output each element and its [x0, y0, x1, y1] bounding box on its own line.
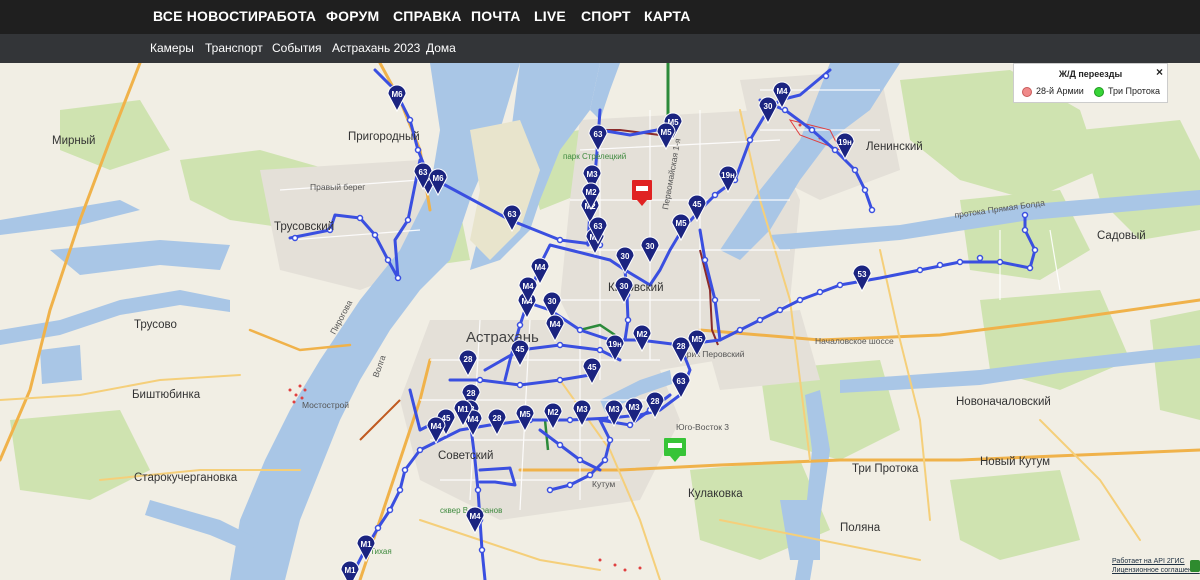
- route-number: 45: [693, 200, 702, 209]
- place-label: Садовый: [1097, 230, 1146, 242]
- place-label: Новоначаловский: [956, 396, 1051, 408]
- legend-dot-red: [1022, 87, 1032, 97]
- route-number: М5: [519, 410, 531, 419]
- place-label: Правый берег: [310, 182, 365, 192]
- transport-map[interactable]: Мирный Пригородный Правый берег Трусовск…: [0, 63, 1200, 580]
- route-number: 28: [677, 342, 686, 351]
- close-icon[interactable]: ×: [1156, 65, 1163, 79]
- place-label: Астрахань: [466, 329, 539, 346]
- route-number: 63: [594, 222, 603, 231]
- place-label: Ленинский: [866, 141, 923, 153]
- place-label: Кутум: [592, 479, 615, 489]
- route-number: М2: [585, 188, 597, 197]
- nav-all-news[interactable]: ВСЕ НОВОСТИ: [153, 0, 258, 34]
- legend-title: Ж/Д переезды: [1058, 69, 1123, 79]
- route-number: 53: [858, 270, 867, 279]
- nav-live[interactable]: LIVE: [534, 0, 566, 34]
- subnav-cameras[interactable]: Камеры: [150, 34, 194, 63]
- top-navigation-bar: ВСЕ НОВОСТИ РАБОТА ФОРУМ СПРАВКА ПОЧТА L…: [0, 0, 1200, 34]
- route-number: 19н: [838, 138, 852, 147]
- route-number: 19н: [608, 340, 622, 349]
- route-number: 30: [548, 297, 557, 306]
- route-number: 28: [493, 414, 502, 423]
- route-number: М4: [469, 512, 481, 521]
- route-number: М6: [391, 90, 403, 99]
- legend-dot-green: [1094, 87, 1104, 97]
- route-number: М2: [636, 330, 648, 339]
- place-label: Трусовский: [274, 221, 334, 233]
- place-label: Юго-Восток 3: [676, 422, 729, 432]
- route-number: 30: [620, 282, 629, 291]
- nav-forum[interactable]: ФОРУМ: [326, 0, 379, 34]
- nav-mail[interactable]: ПОЧТА: [471, 0, 521, 34]
- route-number: М5: [675, 219, 687, 228]
- sub-navigation-bar: Камеры Транспорт События Астрахань 2023 …: [0, 34, 1200, 63]
- place-label: ерик Перовский: [682, 349, 745, 359]
- place-label: Пригородный: [348, 131, 420, 143]
- nav-help[interactable]: СПРАВКА: [393, 0, 462, 34]
- subnav-houses[interactable]: Дома: [426, 34, 456, 63]
- place-label: Новый Кутум: [980, 456, 1050, 468]
- legend-label: 28-й Армии: [1036, 86, 1084, 96]
- route-number: М4: [549, 320, 561, 329]
- route-number: 63: [594, 130, 603, 139]
- route-number: 63: [419, 168, 428, 177]
- place-label: Мостострой: [302, 400, 349, 410]
- route-number: 28: [467, 389, 476, 398]
- route-number: М5: [660, 128, 672, 137]
- route-number: 45: [588, 363, 597, 372]
- place-label: Три Протока: [852, 463, 919, 475]
- place-label: Мирный: [52, 135, 95, 147]
- route-number: М5: [691, 335, 703, 344]
- place-label: Началовское шоссе: [815, 336, 894, 346]
- route-number: 63: [677, 377, 686, 386]
- route-number: 45: [516, 345, 525, 354]
- map-attribution: Работает на API 2ГИС Лицензионное соглаш…: [1112, 557, 1200, 575]
- route-number: М3: [628, 403, 640, 412]
- route-number: 19н: [721, 171, 735, 180]
- route-number: 30: [646, 242, 655, 251]
- route-number: М4: [776, 87, 788, 96]
- place-label: Кулаковка: [688, 488, 743, 500]
- route-number: М1: [457, 405, 469, 414]
- feedback-widget-icon[interactable]: [1190, 560, 1200, 572]
- place-label: Советский: [438, 450, 493, 462]
- subnav-events[interactable]: События: [272, 34, 322, 63]
- route-number: М1: [344, 566, 356, 575]
- subnav-astrakhan-2023[interactable]: Астрахань 2023: [332, 34, 420, 63]
- route-number: М2: [547, 408, 559, 417]
- route-number: М6: [432, 174, 444, 183]
- route-number: М3: [608, 405, 620, 414]
- route-number: М3: [576, 405, 588, 414]
- route-number: 28: [464, 355, 473, 364]
- route-number: М4: [534, 263, 546, 272]
- route-number: М4: [522, 282, 534, 291]
- legend-label: Три Протока: [1108, 86, 1160, 96]
- nav-jobs[interactable]: РАБОТА: [258, 0, 316, 34]
- place-label: Биштюбинка: [132, 389, 201, 401]
- place-label: Трусово: [134, 319, 177, 331]
- route-number: 28: [651, 397, 660, 406]
- route-number: М1: [360, 540, 372, 549]
- attribution-license-link[interactable]: Лицензионное соглашение: [1112, 566, 1200, 575]
- nav-sport[interactable]: СПОРТ: [581, 0, 631, 34]
- route-number: 63: [508, 210, 517, 219]
- route-number: 30: [764, 102, 773, 111]
- route-number: М4: [430, 422, 442, 431]
- railway-crossings-legend: Ж/Д переезды × 28-й Армии Три Протока: [1013, 63, 1168, 103]
- attribution-api-link[interactable]: Работает на API 2ГИС: [1112, 557, 1200, 566]
- map-canvas[interactable]: Мирный Пригородный Правый берег Трусовск…: [0, 63, 1200, 580]
- route-number: М3: [586, 170, 598, 179]
- place-label: Старокучергановка: [134, 472, 238, 484]
- subnav-transport[interactable]: Транспорт: [205, 34, 263, 63]
- route-number: 30: [621, 252, 630, 261]
- route-number: М4: [467, 415, 479, 424]
- place-label: Поляна: [840, 522, 881, 534]
- place-label: парк Стрелецкий: [563, 152, 626, 161]
- nav-map[interactable]: КАРТА: [644, 0, 691, 34]
